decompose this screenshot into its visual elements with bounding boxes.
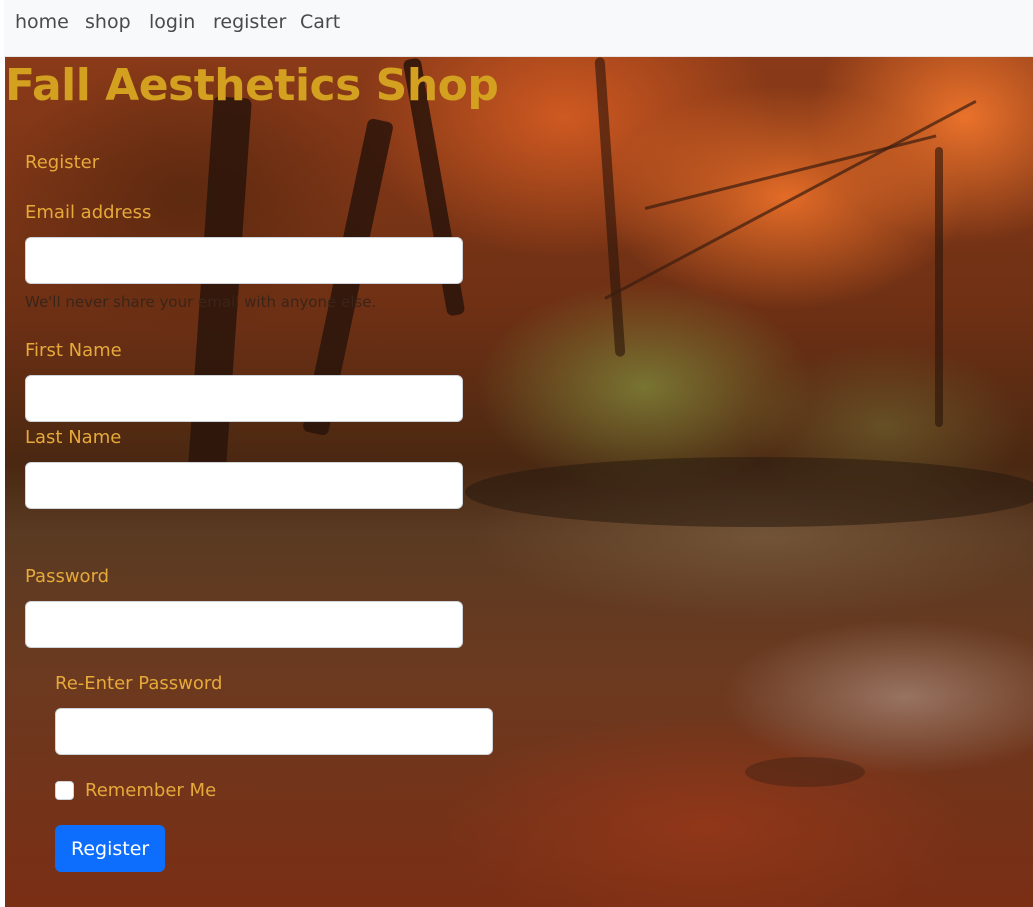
reenter-password-label: Re-Enter Password	[55, 673, 223, 694]
remember-me-label[interactable]: Remember Me	[85, 780, 216, 801]
email-label: Email address	[25, 202, 152, 223]
nav-cart-link[interactable]: Cart	[300, 11, 340, 33]
top-navbar: home shop login register Cart	[4, 0, 1033, 57]
remember-me-checkbox[interactable]	[55, 781, 74, 800]
autumn-forest-background: Fall Aesthetics Shop Register Email addr…	[5, 57, 1033, 907]
nav-login-link[interactable]: login	[149, 11, 195, 33]
first-name-label: First Name	[25, 340, 122, 361]
email-help-text: We'll never share your email with anyone…	[25, 293, 377, 311]
nav-shop-link[interactable]: shop	[85, 11, 131, 33]
site-title: Fall Aesthetics Shop	[5, 60, 499, 111]
password-field[interactable]	[25, 601, 463, 648]
tree-trunk	[935, 147, 943, 427]
reenter-password-field[interactable]	[55, 708, 493, 755]
last-name-field[interactable]	[25, 462, 463, 509]
river-bank	[465, 457, 1033, 527]
password-label: Password	[25, 566, 110, 587]
river-rock	[745, 757, 865, 787]
form-heading: Register	[25, 152, 100, 173]
tree-branch	[604, 99, 977, 300]
register-button[interactable]: Register	[55, 825, 166, 872]
email-field[interactable]	[25, 237, 463, 284]
tree-trunk	[594, 57, 626, 357]
nav-home-link[interactable]: home	[15, 11, 69, 33]
first-name-field[interactable]	[25, 375, 463, 422]
nav-register-link[interactable]: register	[213, 11, 286, 33]
last-name-label: Last Name	[25, 427, 122, 448]
